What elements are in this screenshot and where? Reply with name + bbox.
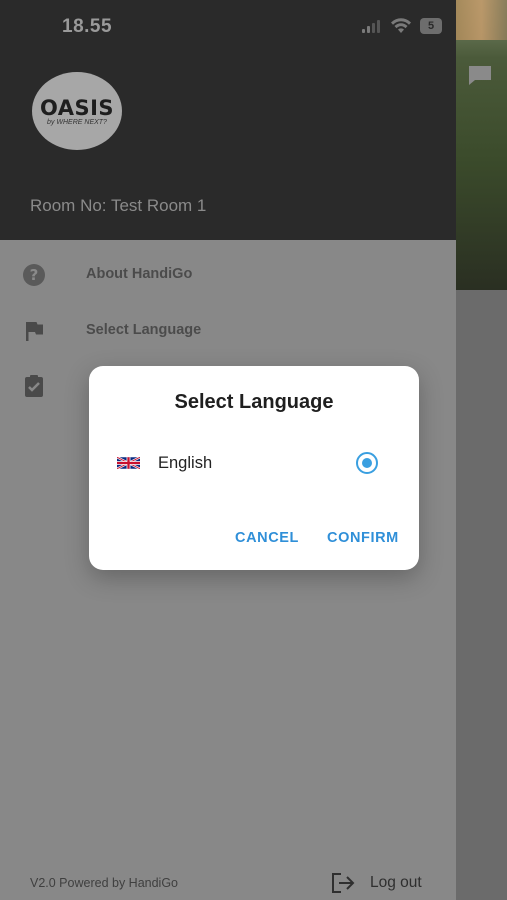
logout-button[interactable]: Log out (330, 868, 422, 898)
uk-flag-icon (117, 457, 140, 469)
menu-label: Select Language (86, 322, 202, 338)
confirm-button[interactable]: CONFIRM (327, 530, 399, 546)
clipboard-check-icon (25, 375, 43, 397)
logo-text: OASIS (39, 96, 115, 120)
status-icons: 5 (362, 14, 442, 38)
language-label: English (158, 454, 213, 472)
chat-icon (469, 66, 491, 85)
version-text: V2.0 Powered by HandiGo (30, 876, 179, 890)
dialog-title: Select Language (174, 391, 334, 413)
drawer-header: 18.55 5 OASIS by WHERE NEXT? Room No: Te… (0, 0, 456, 240)
signal-icon (362, 19, 382, 33)
logo-subtext: by WHERE NEXT? (47, 119, 107, 126)
select-language-dialog: Select Language English CANCEL CONFIRM (89, 366, 419, 570)
flag-icon (26, 322, 43, 341)
menu-item-select-language[interactable]: Select Language (0, 311, 456, 351)
background-photo (456, 0, 507, 290)
room-number: Room No: Test Room 1 (30, 196, 207, 215)
svg-text:?: ? (30, 266, 39, 284)
language-radio-selected[interactable] (356, 452, 378, 474)
wifi-icon (391, 18, 411, 33)
menu-item-about[interactable]: ? About HandiGo (0, 255, 456, 295)
help-circle-icon: ? (23, 264, 45, 286)
cancel-button[interactable]: CANCEL (235, 530, 299, 546)
status-time: 18.55 (62, 16, 113, 37)
menu-label: About HandiGo (86, 266, 193, 282)
brand-logo: OASIS by WHERE NEXT? (32, 72, 122, 150)
language-option-english[interactable]: English (89, 446, 419, 480)
background-app (456, 0, 507, 900)
logout-label: Log out (370, 874, 422, 891)
battery-icon: 5 (420, 18, 442, 34)
logout-icon (332, 873, 355, 893)
